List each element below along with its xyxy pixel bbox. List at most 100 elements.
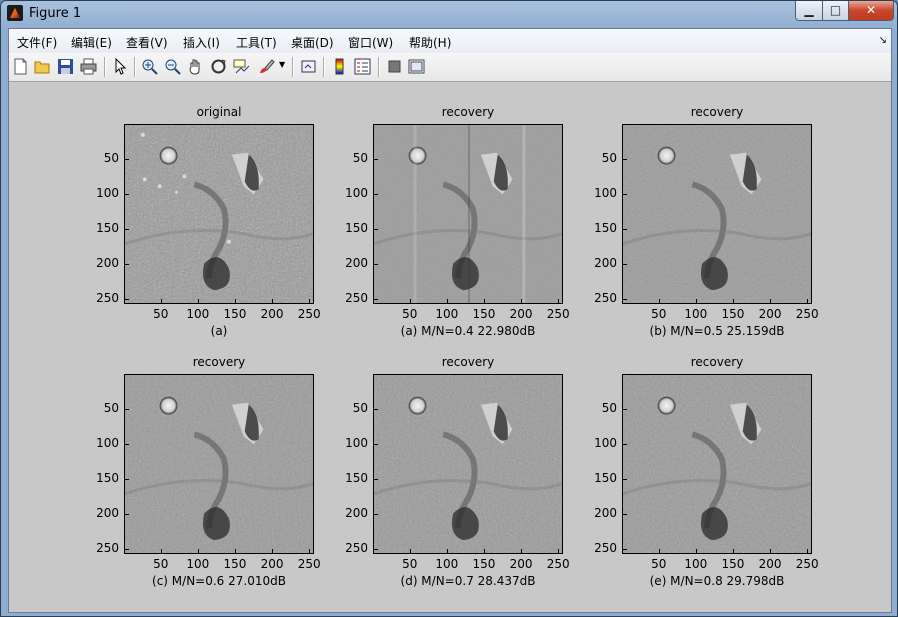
brush-dropdown-icon[interactable]: ▼ xyxy=(279,60,285,69)
new-figure-icon[interactable] xyxy=(12,58,29,75)
x-tick-mark xyxy=(558,549,560,553)
x-tick-label: 150 xyxy=(223,557,247,571)
window-title: Figure 1 xyxy=(29,6,82,21)
x-tick-mark xyxy=(446,299,448,303)
title-bar[interactable]: Figure 1 ▁ □ ✕ xyxy=(1,1,897,28)
x-tick-label: 150 xyxy=(223,307,247,321)
x-tick-mark xyxy=(234,299,236,303)
x-tick-label: 200 xyxy=(509,307,533,321)
x-tick-label: 50 xyxy=(402,557,418,571)
y-tick-mark xyxy=(623,229,627,231)
y-tick-mark xyxy=(125,193,129,195)
y-tick-mark xyxy=(125,408,129,410)
y-tick-mark xyxy=(623,549,627,551)
y-tick-mark xyxy=(623,264,627,266)
menu-help[interactable]: 帮助(H) xyxy=(409,34,451,51)
y-tick-mark xyxy=(374,408,378,410)
y-tick-label: 50 xyxy=(103,400,119,415)
x-tick-mark xyxy=(807,299,809,303)
menu-insert[interactable]: 插入(I) xyxy=(183,34,220,51)
zoom-in-icon[interactable] xyxy=(141,58,158,75)
y-tick-label: 250 xyxy=(345,541,368,556)
y-tick-label: 250 xyxy=(594,291,617,306)
y-tick-label: 150 xyxy=(96,471,119,486)
figure-window: Figure 1 ▁ □ ✕ 文件(F) 编辑(E) 查看(V) 插入(I) 工… xyxy=(0,0,898,617)
minimize-button[interactable]: ▁ xyxy=(795,1,823,21)
y-tick-label: 50 xyxy=(601,150,617,165)
y-tick-label: 100 xyxy=(345,435,368,450)
x-tick-mark xyxy=(521,549,523,553)
y-tick-label: 50 xyxy=(352,150,368,165)
maximize-button[interactable]: □ xyxy=(822,1,849,21)
moon-surface-image xyxy=(373,124,563,304)
print-icon[interactable] xyxy=(80,58,97,75)
close-button[interactable]: ✕ xyxy=(848,1,894,21)
subplot-caption: (a) xyxy=(210,324,228,338)
menu-window[interactable]: 窗口(W) xyxy=(348,34,393,51)
y-tick-label: 200 xyxy=(96,256,119,271)
rotate-3d-icon[interactable] xyxy=(210,58,227,75)
menu-view[interactable]: 查看(V) xyxy=(126,34,168,51)
y-tick-label: 100 xyxy=(594,185,617,200)
brush-icon[interactable] xyxy=(258,58,275,75)
show-plot-tools-icon[interactable] xyxy=(408,58,425,75)
subplot-caption: (c) M/N=0.6 27.010dB xyxy=(152,574,286,588)
pan-icon[interactable] xyxy=(187,58,204,75)
link-plot-icon[interactable] xyxy=(300,58,317,75)
x-tick-mark xyxy=(197,549,199,553)
y-tick-mark xyxy=(374,443,378,445)
y-tick-mark xyxy=(374,158,378,160)
x-tick-mark xyxy=(160,299,162,303)
x-tick-label: 50 xyxy=(153,307,169,321)
pointer-icon[interactable] xyxy=(112,58,129,75)
save-icon[interactable] xyxy=(57,58,74,75)
y-tick-mark xyxy=(125,229,129,231)
subplot-title: recovery xyxy=(690,105,744,119)
moon-surface-image xyxy=(622,124,812,304)
menu-tools[interactable]: 工具(T) xyxy=(236,34,277,51)
dock-arrow-icon[interactable]: ↘ xyxy=(879,35,887,46)
x-tick-label: 150 xyxy=(721,307,745,321)
y-tick-label: 100 xyxy=(345,185,368,200)
moon-surface-image xyxy=(124,124,314,304)
moon-surface-image xyxy=(373,374,563,554)
hide-plot-tools-icon[interactable] xyxy=(386,58,403,75)
y-tick-mark xyxy=(374,299,378,301)
x-tick-mark xyxy=(272,549,274,553)
x-tick-mark xyxy=(409,299,411,303)
menu-desktop[interactable]: 桌面(D) xyxy=(291,34,334,51)
subplot-title: recovery xyxy=(690,355,744,369)
zoom-out-icon[interactable] xyxy=(164,58,181,75)
x-tick-label: 200 xyxy=(260,557,284,571)
x-tick-label: 100 xyxy=(684,557,708,571)
toolbar-separator xyxy=(134,57,136,77)
menu-file[interactable]: 文件(F) xyxy=(17,34,57,51)
y-tick-label: 200 xyxy=(594,256,617,271)
y-tick-label: 150 xyxy=(594,221,617,236)
y-tick-mark xyxy=(623,443,627,445)
data-cursor-icon[interactable] xyxy=(233,58,250,75)
subplot-title: recovery xyxy=(441,355,495,369)
y-tick-label: 100 xyxy=(96,185,119,200)
menu-edit[interactable]: 编辑(E) xyxy=(71,34,112,51)
x-tick-mark xyxy=(409,549,411,553)
x-tick-mark xyxy=(558,299,560,303)
y-tick-mark xyxy=(374,193,378,195)
y-tick-label: 200 xyxy=(345,256,368,271)
legend-icon[interactable] xyxy=(354,58,371,75)
subplot-title: original xyxy=(196,105,242,119)
y-tick-mark xyxy=(125,264,129,266)
x-tick-label: 200 xyxy=(260,307,284,321)
y-tick-label: 150 xyxy=(345,471,368,486)
y-tick-label: 200 xyxy=(594,506,617,521)
x-tick-label: 250 xyxy=(795,307,819,321)
y-tick-mark xyxy=(623,158,627,160)
x-tick-label: 250 xyxy=(297,307,321,321)
y-tick-label: 50 xyxy=(352,400,368,415)
open-icon[interactable] xyxy=(34,58,51,75)
y-tick-mark xyxy=(374,479,378,481)
colorbar-icon[interactable] xyxy=(331,58,348,75)
y-tick-mark xyxy=(125,158,129,160)
x-tick-label: 250 xyxy=(795,557,819,571)
x-tick-label: 100 xyxy=(435,307,459,321)
